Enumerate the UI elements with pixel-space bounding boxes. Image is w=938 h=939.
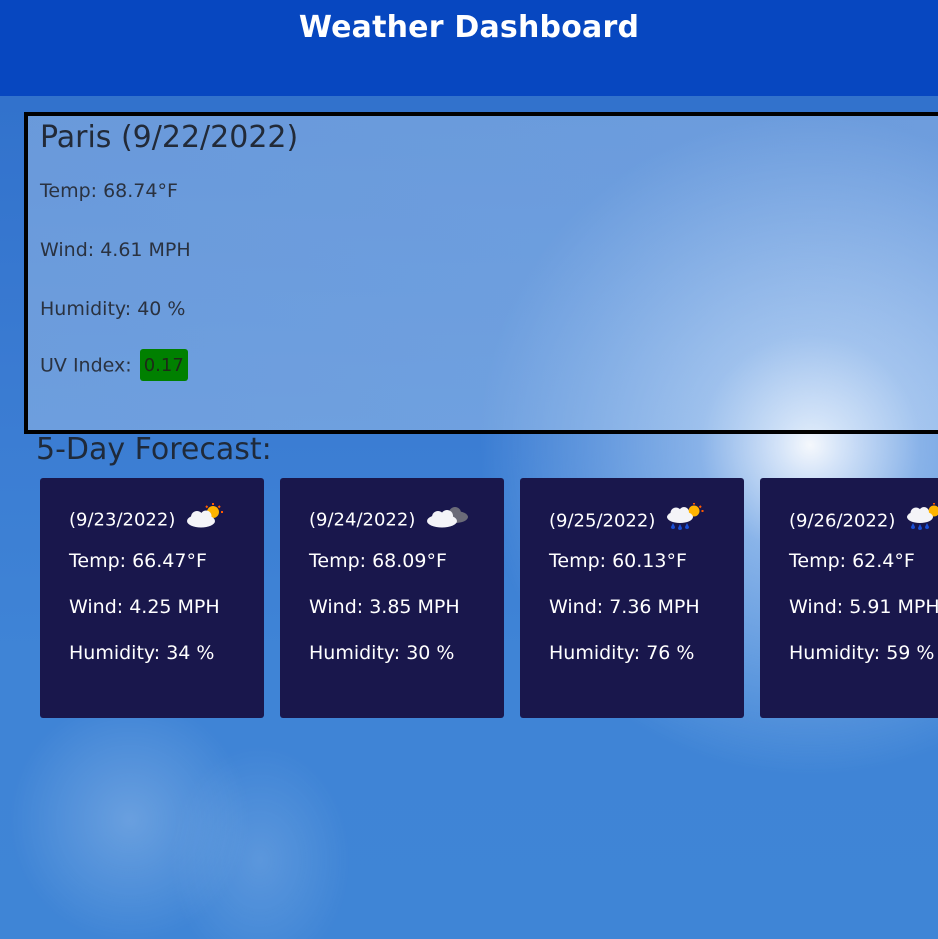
current-weather-panel: Paris (9/22/2022) Temp: 68.74°F Wind: 4.… (24, 112, 938, 434)
forecast-date-row: (9/26/2022) (789, 503, 938, 538)
current-uv-row: UV Index: 0.17 (40, 349, 188, 382)
forecast-humidity: Humidity: 76 % (549, 642, 695, 664)
rain-sun-icon (665, 503, 705, 536)
current-humidity: Humidity: 40 % (40, 298, 186, 320)
header-bar: Weather Dashboard (0, 0, 938, 96)
forecast-humidity: Humidity: 34 % (69, 642, 215, 664)
forecast-date: (9/25/2022) (549, 510, 656, 532)
partly-cloudy-sun-icon (185, 503, 225, 534)
forecast-date-row: (9/25/2022) (549, 503, 705, 538)
uv-label: UV Index: (40, 354, 132, 377)
forecast-temp: Temp: 66.47°F (69, 550, 207, 572)
forecast-date: (9/26/2022) (789, 510, 896, 532)
forecast-date-row: (9/24/2022) (309, 505, 471, 536)
forecast-temp: Temp: 68.09°F (309, 550, 447, 572)
forecast-date-row: (9/23/2022) (69, 503, 225, 536)
city-date-title: Paris (9/22/2022) (40, 120, 299, 155)
forecast-wind: Wind: 5.91 MPH (789, 596, 938, 618)
forecast-humidity: Humidity: 59 % (789, 642, 935, 664)
current-wind: Wind: 4.61 MPH (40, 239, 191, 261)
forecast-card: (9/23/2022) Temp: 66.47°F Wind: 4.25 MPH… (40, 478, 264, 718)
rain-sun-icon (905, 503, 938, 536)
forecast-wind: Wind: 4.25 MPH (69, 596, 220, 618)
forecast-wind: Wind: 7.36 MPH (549, 596, 700, 618)
forecast-date: (9/23/2022) (69, 509, 176, 531)
forecast-temp: Temp: 62.4°F (789, 550, 915, 572)
forecast-date: (9/24/2022) (309, 509, 416, 531)
forecast-card: (9/24/2022) Temp: 68.09°F Wind: 3.85 MPH… (280, 478, 504, 718)
cloud-night-icon (425, 503, 471, 534)
uv-index-badge: 0.17 (139, 349, 188, 381)
forecast-temp: Temp: 60.13°F (549, 550, 687, 572)
forecast-humidity: Humidity: 30 % (309, 642, 455, 664)
forecast-heading: 5-Day Forecast: (36, 432, 272, 467)
forecast-card: (9/25/2022) Temp: 60.13°F Wind: 7.36 MPH… (520, 478, 744, 718)
forecast-wind: Wind: 3.85 MPH (309, 596, 460, 618)
current-temp: Temp: 68.74°F (40, 180, 178, 202)
page-title: Weather Dashboard (298, 10, 640, 45)
forecast-card: (9/26/2022) Temp: 62.4°F Wind: 5.91 MPH … (760, 478, 938, 718)
